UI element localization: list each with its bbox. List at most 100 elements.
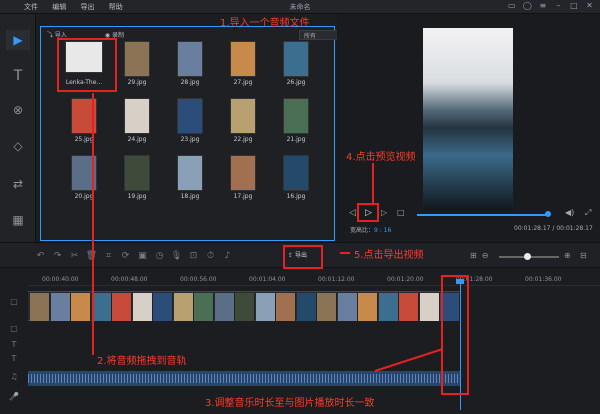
mosaic-icon[interactable]: ▣ [134,251,151,261]
media-item-label: 18.jpg [180,193,200,200]
ruler-tick-label: 00:00:40.00 [42,276,79,283]
speed-icon[interactable]: ◷ [151,251,168,261]
media-thumbnail [177,41,203,77]
audio-icon[interactable]: ♪ [219,251,236,261]
media-item-label: 28.jpg [180,79,200,86]
settings-icon[interactable]: ⊟ [580,251,587,260]
title-bar: 文件 编辑 导出 帮助 未命名 ▭ ◯ ≡ – □ ✕ [0,0,600,14]
arrow-to-play [372,163,374,203]
media-item-label: 20.jpg [74,193,94,200]
video-clip-thumbnail[interactable] [378,293,399,321]
media-item[interactable]: 25.jpg [59,98,109,154]
duration-icon[interactable]: ⏱ [202,251,219,261]
video-clip-thumbnail[interactable] [255,293,276,321]
edit-tools: ↶↷✂🗑⌗⟳▣◷🎙⊡⏱♪ [32,251,236,261]
volume-icon[interactable]: ◀) [565,208,574,217]
media-item[interactable]: 26.jpg [271,41,321,97]
mic-icon[interactable]: 🎙 [168,251,185,261]
media-item-label: 21.jpg [286,136,306,143]
fit-icon[interactable]: ⊞ [470,251,477,260]
video-clip-thumbnail[interactable] [399,293,419,321]
user-icon[interactable]: ◯ [521,1,534,10]
video-clip-thumbnail[interactable] [71,293,91,321]
ruler-tick-label: 00:01:12.00 [318,276,355,283]
zoom-out-icon[interactable]: ⊖ [482,251,489,260]
text-tab-icon[interactable]: T [6,66,30,86]
audio-track[interactable] [28,371,460,386]
ruler-tick-label: 00:00:48.00 [111,276,148,283]
chat-icon[interactable]: ▭ [505,1,518,10]
video-clip-thumbnail[interactable] [419,293,440,321]
prev-frame-icon[interactable]: ◁ [349,208,356,218]
media-item[interactable]: 29.jpg [112,41,162,97]
video-clip-thumbnail[interactable] [358,293,378,321]
video-clip-thumbnail[interactable] [30,293,50,321]
media-item[interactable]: 18.jpg [165,155,215,211]
seek-handle[interactable] [545,211,551,217]
video-track-icon: ▢ [10,297,18,306]
highlight-playhead [441,275,469,395]
media-item[interactable]: 20.jpg [59,155,109,211]
next-frame-icon[interactable]: ▷ [381,208,387,217]
fullscreen-icon[interactable]: ⤢ [585,208,591,218]
video-clip-thumbnail[interactable] [214,293,235,321]
media-item[interactable]: 16.jpg [271,155,321,211]
video-clip-thumbnail[interactable] [317,293,337,321]
ruler-tick-label: 00:01:04.00 [249,276,286,283]
media-item[interactable]: 24.jpg [112,98,162,154]
video-clip-thumbnail[interactable] [153,293,173,321]
seek-bar[interactable] [417,214,547,216]
video-clip-thumbnail[interactable] [337,293,358,321]
media-item[interactable]: 17.jpg [218,155,268,211]
stop-icon[interactable]: □ [397,208,405,217]
minimize-icon[interactable]: – [552,1,565,10]
sidebar: ▶ T ⊗ ◇ ⇄ ▦ [0,14,36,242]
close-icon[interactable]: ✕ [583,1,596,10]
media-item[interactable]: 19.jpg [112,155,162,211]
menu-icon[interactable]: ≡ [536,1,549,10]
freeze-icon[interactable]: ⊡ [185,251,202,261]
media-thumbnail [230,41,256,77]
media-item-label: 29.jpg [127,79,147,86]
zoom-handle[interactable] [524,253,531,260]
annotation-step2: 2.将音频拖拽到音轨 [97,356,187,367]
annotation-step1: 1.导入一个音频文件 [220,18,310,29]
video-clip-thumbnail[interactable] [235,293,255,321]
video-clip-thumbnail[interactable] [50,293,71,321]
media-item[interactable]: 23.jpg [165,98,215,154]
video-clip-thumbnail[interactable] [91,293,112,321]
video-clip-thumbnail[interactable] [112,293,132,321]
undo-icon[interactable]: ↶ [32,251,49,261]
maximize-icon[interactable]: □ [567,1,580,10]
transition-tab-icon[interactable]: ⇄ [6,174,30,194]
media-item[interactable]: 28.jpg [165,41,215,97]
timeline-ruler[interactable]: 00:00:40.00 00:00:48.00 00:00:56.00 00:01:0… [28,270,600,286]
element-tab-icon[interactable]: ▦ [6,210,30,230]
media-thumbnail [283,98,309,134]
ratio-value[interactable]: 9 : 16 [374,227,391,234]
media-thumbnail [124,41,150,77]
media-tab-icon[interactable]: ▶ [6,30,30,50]
media-item[interactable]: 22.jpg [218,98,268,154]
split-icon[interactable]: ✂ [66,251,83,261]
media-item[interactable]: 21.jpg [271,98,321,154]
ruler-tick-label: 00:01:20.00 [387,276,424,283]
media-item[interactable]: 27.jpg [218,41,268,97]
video-clip-thumbnail[interactable] [276,293,296,321]
video-clip-thumbnail[interactable] [296,293,317,321]
crop-icon[interactable]: ⌗ [100,251,117,261]
ruler-tick-label: 00:01:36.00 [525,276,562,283]
highlight-audio-item [57,38,117,92]
redo-icon[interactable]: ↷ [49,251,66,261]
rotate-icon[interactable]: ⟳ [117,251,134,261]
filter-tab-icon[interactable]: ⊗ [6,100,30,120]
zoom-in-icon[interactable]: ⊕ [564,251,571,260]
ratio-label: 宽高比： [350,227,375,234]
highlight-play [357,203,379,222]
video-clip-thumbnail[interactable] [194,293,214,321]
overlay-tab-icon[interactable]: ◇ [6,136,30,156]
video-clip-thumbnail[interactable] [132,293,153,321]
annotation-step3: 3.调整音乐时长至与图片播放时长一致 [205,398,375,409]
media-item-label: 22.jpg [233,136,253,143]
video-clip-thumbnail[interactable] [173,293,194,321]
